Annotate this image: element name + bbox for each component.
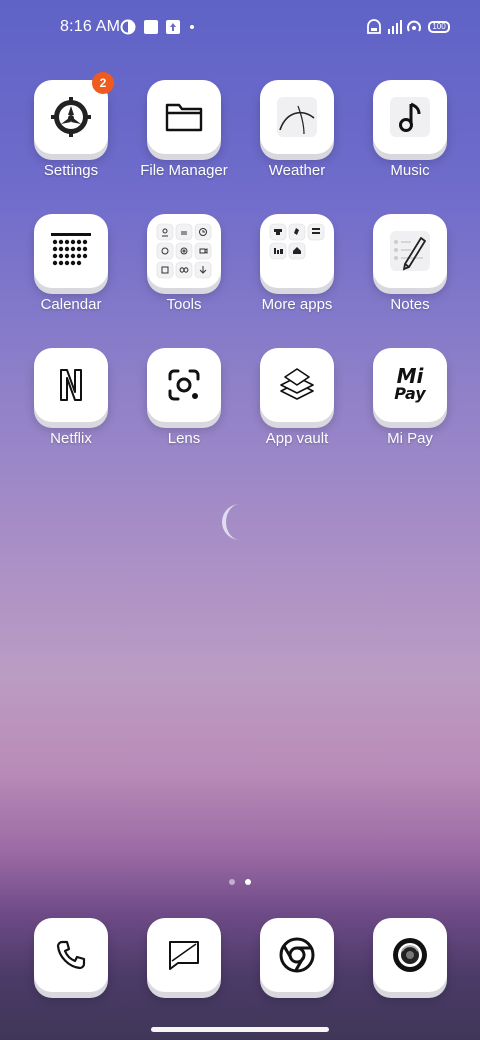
dock-camera[interactable] <box>373 918 447 992</box>
app-label: App vault <box>265 430 329 447</box>
app-label: More apps <box>261 296 333 313</box>
folder-more-apps[interactable]: More apps <box>247 214 347 313</box>
battery-icon: 100 <box>428 21 450 33</box>
notification-square-icon <box>144 20 158 34</box>
app-vault-icon[interactable] <box>260 348 334 422</box>
app-label: Calendar <box>40 296 102 313</box>
app-label: File Manager <box>140 162 228 179</box>
camera-icon[interactable] <box>373 918 447 992</box>
hd-voice-icon <box>367 19 381 34</box>
dock-messages[interactable] <box>147 918 221 992</box>
dock-chrome[interactable] <box>260 918 334 992</box>
folder-icon[interactable] <box>147 80 221 154</box>
notification-badge: 2 <box>92 72 114 94</box>
app-label: Lens <box>167 430 201 447</box>
mi-pay-logo-text: Pay <box>394 384 426 403</box>
clock: 8:16 AM <box>60 18 121 35</box>
gesture-navigation-bar[interactable] <box>151 1027 329 1032</box>
app-label: Tools <box>166 296 202 313</box>
settings-gear-icon[interactable]: 2 <box>34 72 114 154</box>
messages-icon[interactable] <box>147 918 221 992</box>
status-bar: 8:16 AM 100 <box>0 0 480 56</box>
mi-pay-icon[interactable]: Mi Pay <box>373 348 447 422</box>
signal-icon <box>388 20 402 34</box>
app-calendar[interactable]: Calendar <box>21 214 121 313</box>
app-label: Notes <box>390 296 430 313</box>
calendar-icon[interactable] <box>34 214 108 288</box>
app-label: Weather <box>268 162 326 179</box>
app-app-vault[interactable]: App vault <box>247 348 347 447</box>
app-label: Settings <box>43 162 99 179</box>
app-notes[interactable]: Notes <box>360 214 460 313</box>
folder-tools[interactable]: Tools <box>134 214 234 313</box>
app-mi-pay[interactable]: Mi Pay Mi Pay <box>360 348 460 447</box>
phone-icon[interactable] <box>34 918 108 992</box>
page-indicator-dot[interactable] <box>229 879 235 885</box>
weather-icon[interactable] <box>260 80 334 154</box>
app-lens[interactable]: Lens <box>134 348 234 447</box>
upload-icon <box>166 20 180 34</box>
netflix-icon[interactable] <box>34 348 108 422</box>
mi-pay-logo-text: Mi <box>396 364 424 388</box>
hotspot-icon <box>407 20 421 32</box>
app-label: Music <box>390 162 430 179</box>
notes-icon[interactable] <box>373 214 447 288</box>
data-saver-icon <box>120 19 136 35</box>
page-indicator-dot-active[interactable] <box>245 879 251 885</box>
more-notifications-dot-icon <box>190 25 194 29</box>
tools-folder-icon[interactable] <box>147 214 221 288</box>
battery-level: 100 <box>432 22 446 31</box>
app-label: Mi Pay <box>387 430 433 447</box>
app-settings[interactable]: 2 Settings <box>21 72 121 179</box>
app-music[interactable]: Music <box>360 80 460 179</box>
app-label: Netflix <box>50 430 92 447</box>
app-netflix[interactable]: Netflix <box>21 348 121 447</box>
chrome-icon[interactable] <box>260 918 334 992</box>
app-file-manager[interactable]: File Manager <box>134 80 234 179</box>
dock-phone[interactable] <box>34 918 108 992</box>
lens-icon[interactable] <box>147 348 221 422</box>
more-apps-folder-icon[interactable] <box>260 214 334 288</box>
music-note-icon[interactable] <box>373 80 447 154</box>
app-weather[interactable]: Weather <box>247 80 347 179</box>
moon-wallpaper-decoration <box>222 504 240 540</box>
